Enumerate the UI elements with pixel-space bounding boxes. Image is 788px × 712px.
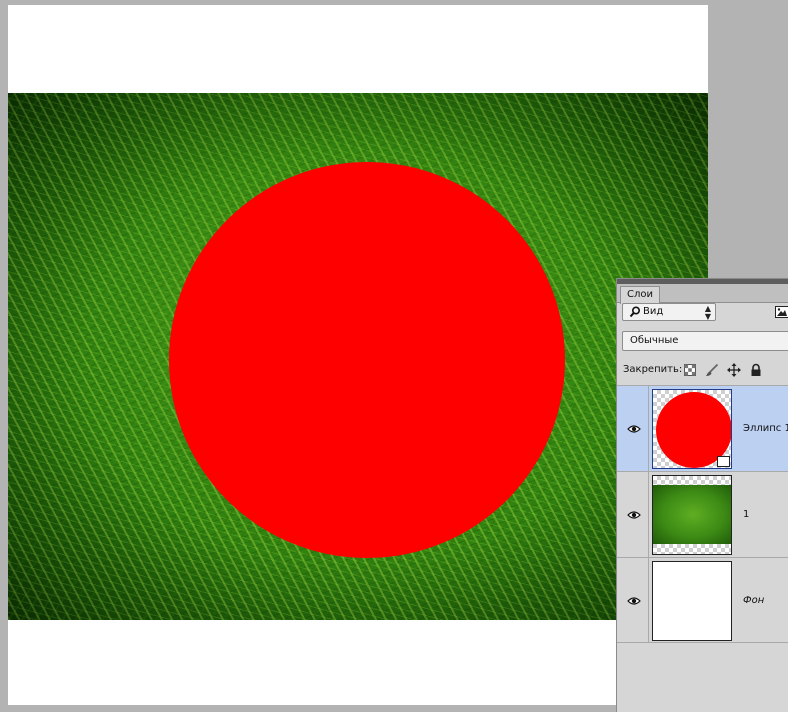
grass-thumbnail [653, 485, 731, 544]
magnifier-icon [629, 306, 641, 318]
layer-ellipse-1[interactable]: Эллипс 1 [617, 385, 788, 471]
lock-label: Закрепить: [623, 364, 683, 375]
layer-thumbnail[interactable] [652, 561, 732, 641]
layers-panel: Слои Вид ▲ ▼ Обычные Закрепить: Эллипс 1… [616, 278, 788, 712]
lock-row: Закрепить: [617, 359, 788, 381]
image-filter-icon[interactable] [775, 306, 788, 318]
vector-mask-icon [717, 456, 730, 467]
blend-mode-select[interactable]: Обычные [622, 331, 788, 351]
layer-name[interactable]: Фон [743, 558, 764, 644]
eye-icon[interactable] [627, 596, 641, 606]
layer-name[interactable]: 1 [743, 472, 749, 558]
lock-brush-icon[interactable] [705, 363, 719, 377]
up-down-arrows-icon: ▲ ▼ [704, 304, 711, 321]
visibility-column [617, 558, 649, 642]
document-canvas[interactable] [8, 5, 708, 705]
lock-all-icon[interactable] [749, 363, 763, 377]
layer-thumbnail[interactable] [652, 389, 732, 469]
visibility-column [617, 472, 649, 557]
visibility-column [617, 386, 649, 471]
layer-thumbnail[interactable] [652, 475, 732, 555]
layer-filter-select[interactable]: Вид ▲ ▼ [622, 303, 716, 321]
layer-background[interactable]: Фон [617, 557, 788, 643]
layer-name[interactable]: Эллипс 1 [743, 386, 788, 472]
lock-transparent-icon[interactable] [683, 363, 697, 377]
tab-layers[interactable]: Слои [620, 286, 660, 304]
lock-move-icon[interactable] [727, 363, 741, 377]
eye-icon[interactable] [627, 510, 641, 520]
red-ellipse [169, 162, 565, 558]
panel-tab-bar: Слои [617, 284, 788, 304]
layer-1[interactable]: 1 [617, 471, 788, 557]
layer-filter-value: Вид [643, 306, 664, 317]
eye-icon[interactable] [627, 424, 641, 434]
